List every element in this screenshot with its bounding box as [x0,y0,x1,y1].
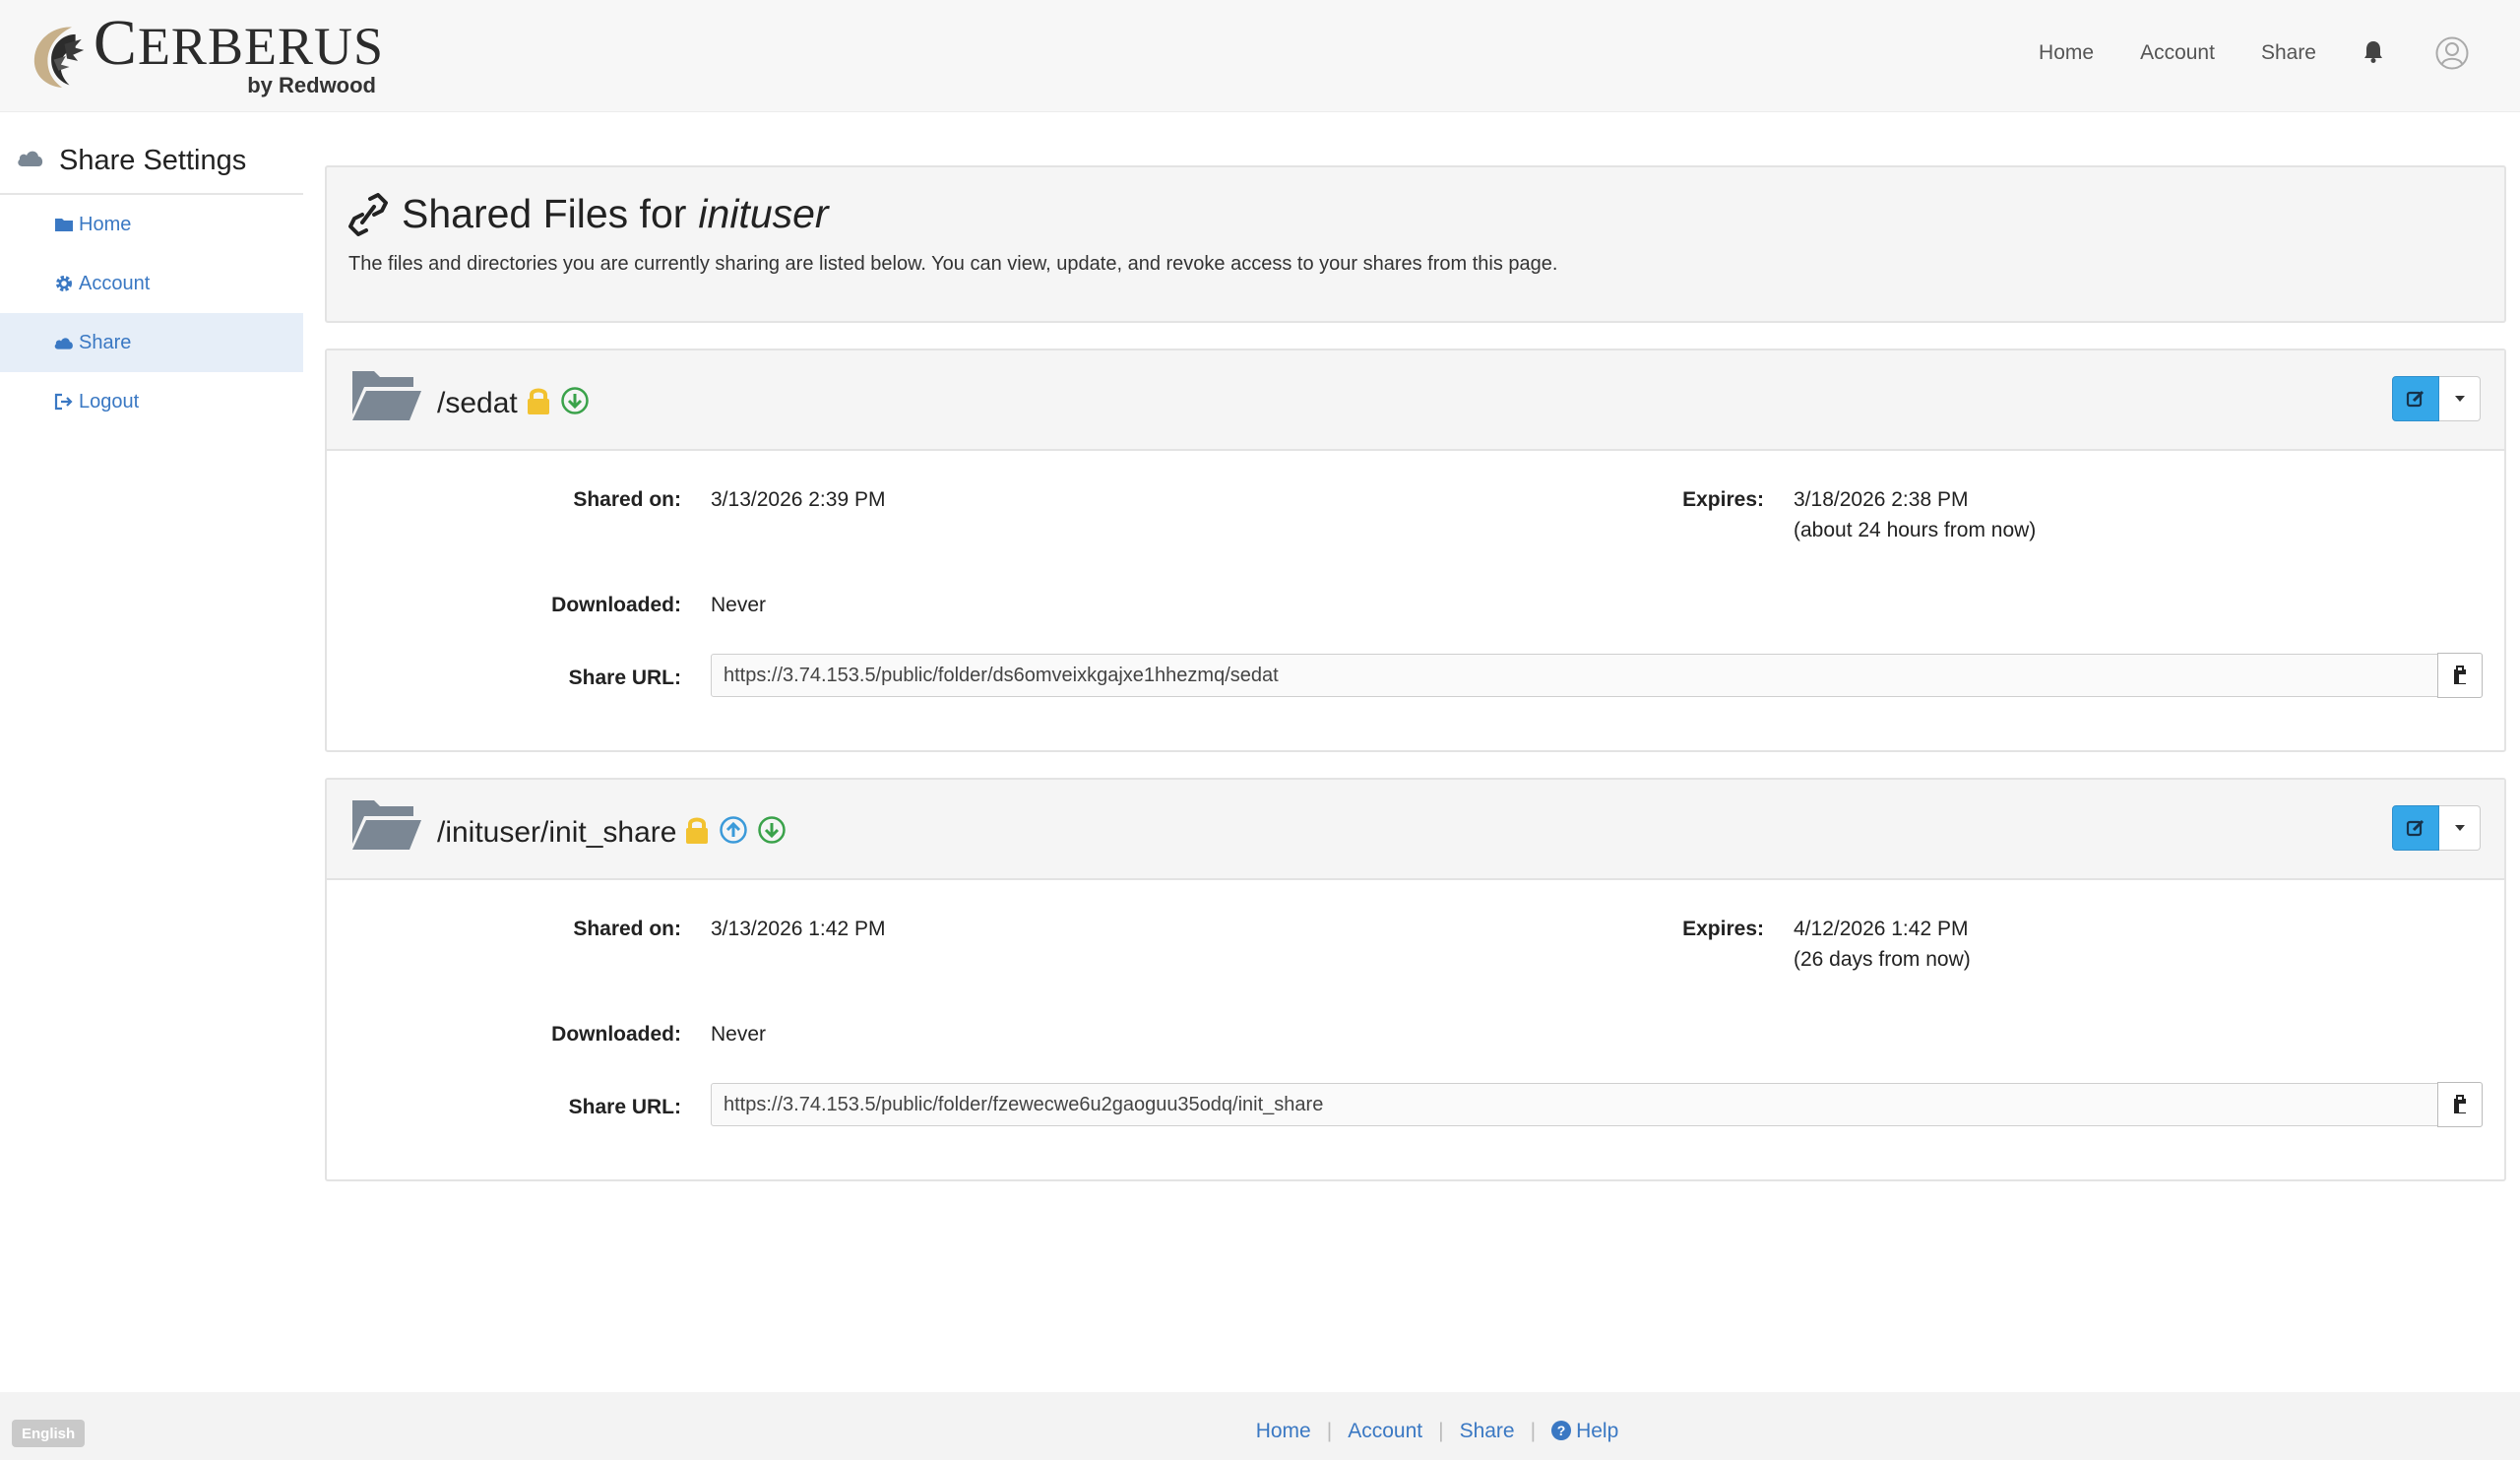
footer-links: Home | Account | Share |? Help [1255,1420,1619,1442]
link-icon [348,192,388,236]
footer-help-link[interactable]: ? Help [1551,1420,1618,1442]
cerberus-logo-icon [33,27,85,88]
share-card-header: /inituser/init_share [327,780,2504,880]
footer-home-link[interactable]: Home [1256,1420,1311,1442]
sidebar-item-home[interactable]: Home [0,195,303,254]
downloaded-value: Never [711,594,767,616]
page-title: Shared Files for inituser [348,191,2483,237]
sidebar-title: Share Settings [0,128,303,195]
lock-icon [527,388,549,414]
main-content: Shared Files for inituser The files and d… [325,165,2506,1181]
avatar-icon[interactable] [2435,36,2469,70]
gear-icon [53,274,75,293]
sidebar-item-label: Home [79,213,132,235]
share-card-header: /sedat [327,350,2504,451]
nav-share-link[interactable]: Share [2261,41,2316,65]
sidebar-item-label: Share [79,331,132,353]
sidebar-item-share[interactable]: Share [0,313,303,372]
footer-share-link[interactable]: Share [1460,1420,1515,1442]
sidebar-item-logout[interactable]: Logout [0,372,303,431]
expires-label: Expires: [1682,488,1764,511]
copy-url-button[interactable] [2437,653,2483,698]
shared-on-label: Shared on: [573,918,681,940]
nav-account-link[interactable]: Account [2140,41,2215,65]
edit-icon [2406,819,2425,837]
brand-name: CERBERUS [93,6,384,79]
bell-icon[interactable] [2362,39,2384,63]
share-url-field[interactable]: https://3.74.153.5/public/folder/fzewecw… [711,1083,2481,1126]
share-card: /sedat Shared on: 3/13/2026 2:39 PM Expi… [325,349,2506,752]
expires-relative: (about 24 hours from now) [1794,519,2037,541]
edit-icon [2406,390,2425,408]
footer: English Home | Account | Share |? Help [0,1392,2520,1460]
sidebar: Share Settings Home Account Share Logout [0,128,303,431]
share-path[interactable]: /sedat [437,387,518,420]
share-url-label: Share URL: [568,667,681,689]
shared-on-label: Shared on: [573,488,681,511]
downloaded-label: Downloaded: [551,1023,681,1046]
cloud-icon [53,333,75,352]
cloud-icon [18,151,43,166]
nav-home-link[interactable]: Home [2039,41,2094,65]
download-icon [560,387,589,414]
share-actions [2392,376,2481,421]
logout-icon [53,392,75,412]
share-options-dropdown-button[interactable] [2439,376,2481,421]
sidebar-item-label: Account [79,272,151,294]
share-url-field[interactable]: https://3.74.153.5/public/folder/ds6omve… [711,654,2481,697]
sidebar-item-label: Logout [79,390,140,413]
copy-url-button[interactable] [2437,1082,2483,1127]
top-bar: CERBERUS by Redwood Home Account Share [0,0,2520,112]
downloaded-label: Downloaded: [551,594,681,616]
share-card: /inituser/init_share Shared on: 3/13/202… [325,778,2506,1181]
lock-icon [686,817,709,844]
folder-open-icon [352,371,421,420]
share-actions [2392,805,2481,851]
caret-down-icon [2454,396,2465,402]
share-path[interactable]: /inituser/init_share [437,816,676,850]
page-header-panel: Shared Files for inituser The files and d… [325,165,2506,323]
sidebar-item-account[interactable]: Account [0,254,303,313]
clipboard-icon [2454,666,2467,684]
help-icon: ? [1551,1421,1572,1440]
shared-on-value: 3/13/2026 1:42 PM [711,918,886,940]
download-icon [758,816,787,844]
downloaded-value: Never [711,1023,767,1046]
shared-on-value: 3/13/2026 2:39 PM [711,488,886,511]
edit-share-button[interactable] [2392,805,2439,851]
folder-open-icon [352,800,421,850]
page-description: The files and directories you are curren… [348,253,1558,275]
upload-icon [720,816,748,844]
expires-value: 4/12/2026 1:42 PM (26 days from now) [1794,914,1971,975]
edit-share-button[interactable] [2392,376,2439,421]
folder-icon [53,215,75,234]
expires-value: 3/18/2026 2:38 PM (about 24 hours from n… [1794,484,2036,545]
share-card-body: Shared on: 3/13/2026 2:39 PM Expires: 3/… [327,451,2504,750]
share-card-body: Shared on: 3/13/2026 1:42 PM Expires: 4/… [327,880,2504,1179]
footer-account-link[interactable]: Account [1348,1420,1422,1442]
caret-down-icon [2454,825,2465,831]
brand-logo[interactable]: CERBERUS by Redwood [30,0,384,112]
share-url-label: Share URL: [568,1096,681,1118]
svg-text:?: ? [1557,1423,1566,1438]
clipboard-icon [2454,1095,2467,1113]
share-options-dropdown-button[interactable] [2439,805,2481,851]
expires-label: Expires: [1682,918,1764,940]
expires-relative: (26 days from now) [1794,948,1971,971]
page-title-user: inituser [698,191,829,236]
top-nav: Home Account Share [2039,0,2520,106]
